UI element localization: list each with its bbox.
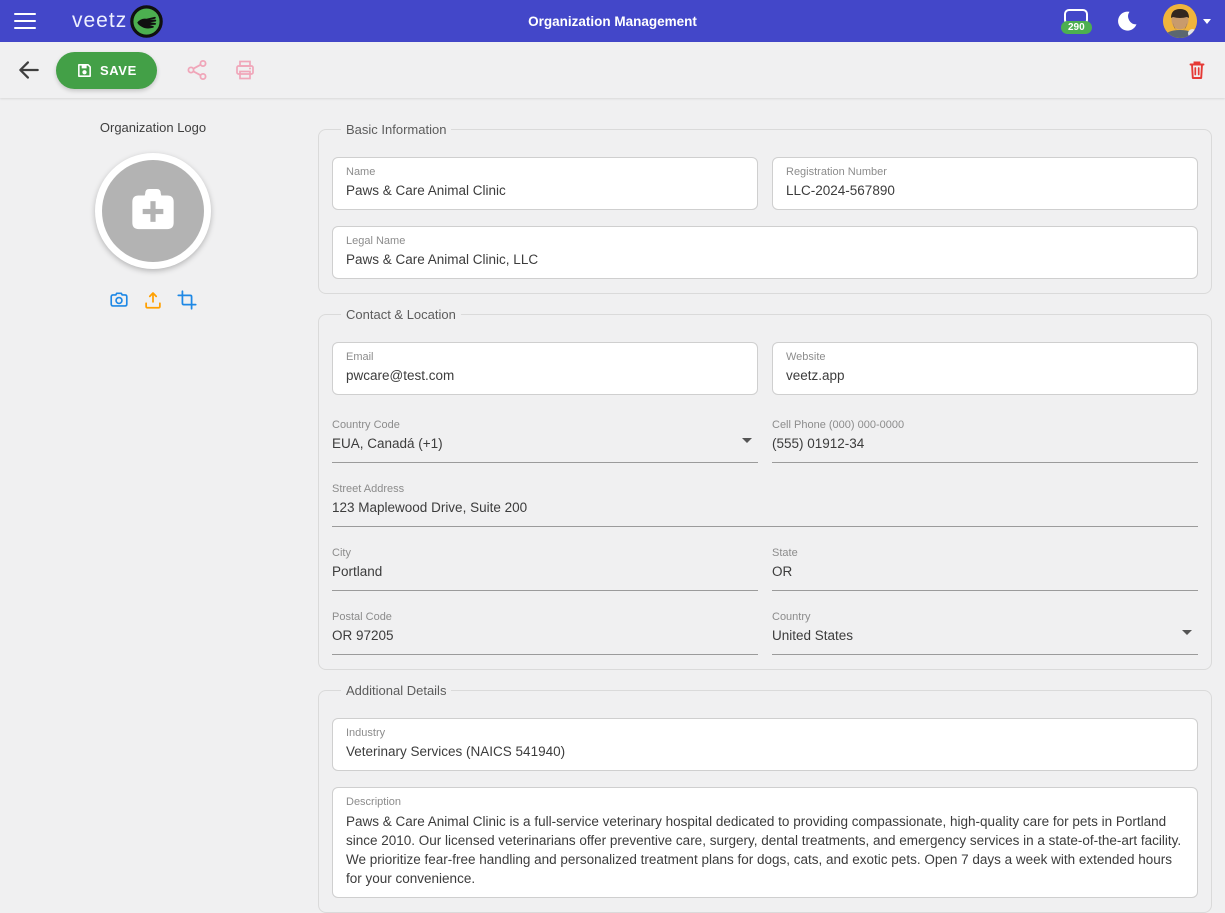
- country-label: Country: [772, 610, 1198, 624]
- description-value: Paws & Care Animal Clinic is a full-serv…: [346, 812, 1184, 888]
- save-button[interactable]: SAVE: [56, 52, 157, 89]
- logo-panel: Organization Logo: [0, 98, 306, 884]
- status-dot: [1188, 29, 1197, 38]
- menu-icon[interactable]: [14, 13, 36, 29]
- cell-phone-field[interactable]: Cell Phone (000) 000-0000 (555) 01912-34: [772, 411, 1198, 463]
- street-address-field[interactable]: Street Address 123 Maplewood Drive, Suit…: [332, 475, 1198, 527]
- registration-number-field[interactable]: Registration Number LLC-2024-567890: [772, 157, 1198, 210]
- street-address-value: 123 Maplewood Drive, Suite 200: [332, 499, 1198, 517]
- logo-actions: [108, 289, 198, 311]
- website-value: veetz.app: [786, 367, 1184, 385]
- registration-number-label: Registration Number: [786, 165, 1184, 179]
- name-value: Paws & Care Animal Clinic: [346, 182, 744, 200]
- organization-form: Basic Information Name Paws & Care Anima…: [306, 98, 1225, 884]
- country-code-value: EUA, Canadá (+1): [332, 435, 758, 453]
- email-field[interactable]: Email pwcare@test.com: [332, 342, 758, 395]
- sessions-button[interactable]: 290: [1061, 8, 1091, 34]
- app-header: veetz Organization Management 290: [0, 0, 1225, 42]
- section-legend: Basic Information: [341, 122, 451, 137]
- website-label: Website: [786, 350, 1184, 364]
- user-menu[interactable]: [1163, 4, 1211, 38]
- crop-icon[interactable]: [176, 289, 198, 311]
- camera-plus-icon: [102, 160, 204, 262]
- print-button[interactable]: [233, 58, 257, 82]
- section-additional-details: Additional Details Industry Veterinary S…: [318, 683, 1212, 913]
- logo-panel-title: Organization Logo: [100, 120, 206, 135]
- postal-code-field[interactable]: Postal Code OR 97205: [332, 603, 758, 655]
- description-label: Description: [346, 795, 1184, 809]
- save-label: SAVE: [100, 63, 137, 78]
- cell-phone-label: Cell Phone (000) 000-0000: [772, 418, 1198, 432]
- postal-code-value: OR 97205: [332, 627, 758, 645]
- industry-field[interactable]: Industry Veterinary Services (NAICS 5419…: [332, 718, 1198, 771]
- legal-name-label: Legal Name: [346, 234, 1184, 248]
- city-label: City: [332, 546, 758, 560]
- street-address-label: Street Address: [332, 482, 1198, 496]
- page-title: Organization Management: [0, 14, 1225, 29]
- share-button[interactable]: [185, 58, 209, 82]
- state-value: OR: [772, 563, 1198, 581]
- save-icon: [76, 62, 93, 79]
- legal-name-field[interactable]: Legal Name Paws & Care Animal Clinic, LL…: [332, 226, 1198, 279]
- section-contact-location: Contact & Location Email pwcare@test.com…: [318, 307, 1212, 670]
- chevron-down-icon: [742, 438, 752, 443]
- chevron-down-icon: [1203, 19, 1211, 24]
- website-field[interactable]: Website veetz.app: [772, 342, 1198, 395]
- country-value: United States: [772, 627, 1198, 645]
- description-field[interactable]: Description Paws & Care Animal Clinic is…: [332, 787, 1198, 898]
- industry-label: Industry: [346, 726, 1184, 740]
- brand-name: veetz: [72, 9, 127, 33]
- back-button[interactable]: [16, 57, 42, 83]
- city-value: Portland: [332, 563, 758, 581]
- organization-logo-placeholder[interactable]: [95, 153, 211, 269]
- header-actions: 290: [1061, 4, 1211, 38]
- section-legend: Additional Details: [341, 683, 451, 698]
- delete-button[interactable]: [1185, 58, 1209, 82]
- country-code-label: Country Code: [332, 418, 758, 432]
- brand[interactable]: veetz: [72, 5, 163, 38]
- main-content: Organization Logo: [0, 98, 1225, 884]
- state-field[interactable]: State OR: [772, 539, 1198, 591]
- registration-number-value: LLC-2024-567890: [786, 182, 1184, 200]
- section-legend: Contact & Location: [341, 307, 461, 322]
- brand-logo-icon: [130, 5, 163, 38]
- country-select[interactable]: Country United States: [772, 603, 1198, 655]
- chevron-down-icon: [1182, 630, 1192, 635]
- postal-code-label: Postal Code: [332, 610, 758, 624]
- country-code-select[interactable]: Country Code EUA, Canadá (+1): [332, 411, 758, 463]
- city-field[interactable]: City Portland: [332, 539, 758, 591]
- take-photo-camera-icon[interactable]: [108, 289, 130, 311]
- legal-name-value: Paws & Care Animal Clinic, LLC: [346, 251, 1184, 269]
- section-basic-information: Basic Information Name Paws & Care Anima…: [318, 122, 1212, 294]
- action-toolbar: SAVE: [0, 42, 1225, 98]
- upload-icon[interactable]: [142, 289, 164, 311]
- industry-value: Veterinary Services (NAICS 541940): [346, 743, 1184, 761]
- name-label: Name: [346, 165, 744, 179]
- avatar: [1163, 4, 1197, 38]
- state-label: State: [772, 546, 1198, 560]
- cell-phone-value: (555) 01912-34: [772, 435, 1198, 453]
- dark-mode-icon[interactable]: [1115, 9, 1139, 33]
- email-value: pwcare@test.com: [346, 367, 744, 385]
- session-count-badge: 290: [1061, 21, 1092, 34]
- name-field[interactable]: Name Paws & Care Animal Clinic: [332, 157, 758, 210]
- email-label: Email: [346, 350, 744, 364]
